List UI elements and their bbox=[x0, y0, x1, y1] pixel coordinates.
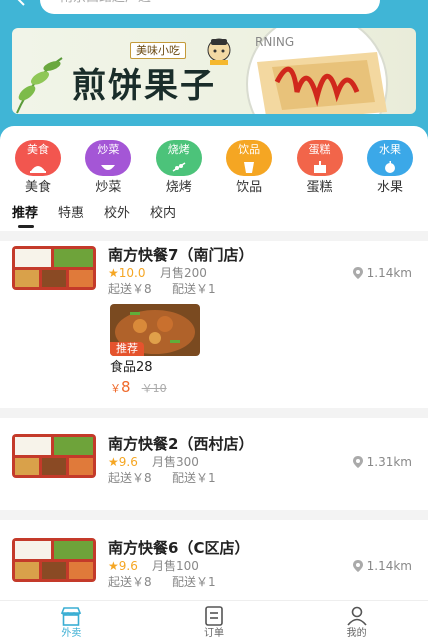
section-divider bbox=[0, 510, 428, 520]
apple-icon bbox=[384, 161, 395, 173]
category-stirfry[interactable]: 炒菜 炒菜 bbox=[78, 140, 138, 200]
shop-monthly-sales: 月售300 bbox=[152, 455, 199, 469]
shop-distance: 1.14km bbox=[352, 558, 412, 574]
search-input[interactable]: 南京西路超产遇 bbox=[40, 0, 380, 14]
category-food-bubble: 美食 bbox=[15, 140, 61, 176]
category-fruit-label: 水果 bbox=[376, 180, 403, 195]
back-arrow-icon[interactable] bbox=[14, 0, 28, 6]
leaf-decoration-icon bbox=[16, 57, 63, 114]
dish-old-price: ￥10 bbox=[141, 382, 167, 395]
shop-name: 南方快餐2（西村店） bbox=[108, 435, 254, 453]
orders-icon bbox=[205, 606, 223, 626]
shop-thumbnail-image bbox=[12, 246, 96, 290]
shop-card[interactable]: 南方快餐6（C区店） ★9.6 月售100 1.14km 起送￥8 配送￥1 bbox=[0, 536, 428, 598]
tab-active-indicator bbox=[18, 225, 34, 228]
shop-name: 南方快餐7（南门店） bbox=[108, 246, 254, 264]
shop-thumbnail-image bbox=[12, 538, 96, 582]
nav-orders[interactable]: 订单 bbox=[143, 601, 286, 641]
skewer-icon bbox=[172, 162, 186, 172]
mascot-logo-icon bbox=[207, 38, 231, 65]
shop-rating: ★9.6 bbox=[108, 455, 138, 469]
shop-delivery-fee: 配送￥1 bbox=[172, 282, 216, 296]
bottom-navigation: 外卖 订单 我的 bbox=[0, 600, 428, 641]
dish-image: 推荐 bbox=[110, 304, 200, 356]
plate-text: RNING bbox=[255, 35, 294, 49]
profile-icon bbox=[347, 606, 367, 626]
shop-min-order: 起送￥8 bbox=[108, 471, 152, 485]
shop-delivery-fee: 配送￥1 bbox=[172, 471, 216, 485]
category-fruit[interactable]: 水果 水果 bbox=[360, 140, 420, 200]
dish-prices: ￥8 ￥10 bbox=[110, 378, 202, 398]
shop-monthly-sales: 月售200 bbox=[160, 266, 207, 280]
pancake-plate-image: RNING bbox=[246, 28, 388, 114]
banner-title: 煎饼果子 bbox=[72, 66, 216, 106]
shop-thumbnail-image bbox=[12, 434, 96, 478]
nav-orders-label: 订单 bbox=[204, 628, 224, 639]
cup-icon bbox=[244, 162, 255, 173]
recommended-dish[interactable]: 推荐 食品28 ￥8 ￥10 bbox=[110, 304, 202, 398]
category-drinks-bubble: 饮品 bbox=[226, 140, 273, 176]
filter-tabs: 推荐 特惠 校外 校内 bbox=[12, 205, 196, 231]
category-bbq[interactable]: 烧烤 烧烤 bbox=[149, 140, 209, 200]
recommend-badge: 推荐 bbox=[110, 342, 144, 356]
promo-banner[interactable]: 美味小吃 煎饼果子 RNING bbox=[12, 28, 416, 114]
category-bbq-bubble: 烧烤 bbox=[155, 140, 202, 176]
cake-icon bbox=[313, 161, 326, 173]
shop-monthly-sales: 月售100 bbox=[152, 559, 199, 573]
category-food[interactable]: 美食 美食 bbox=[8, 140, 68, 200]
shop-delivery-fee: 配送￥1 bbox=[172, 575, 216, 589]
shop-min-order: 起送￥8 bbox=[108, 282, 152, 296]
category-cake[interactable]: 蛋糕 蛋糕 bbox=[290, 140, 350, 200]
section-divider bbox=[0, 408, 428, 418]
nav-takeout-label: 外卖 bbox=[61, 628, 82, 639]
wok-icon bbox=[101, 165, 116, 170]
dish-name: 食品28 bbox=[110, 360, 153, 375]
category-drinks-label: 饮品 bbox=[236, 180, 263, 195]
category-row: 美食 美食 炒菜 炒菜 烧烤 烧烤 饮品 饮品 蛋糕 蛋糕 水果 水果 bbox=[8, 140, 420, 200]
location-pin-icon bbox=[352, 267, 363, 279]
category-drinks[interactable]: 饮品 饮品 bbox=[219, 140, 279, 200]
category-stirfry-bubble: 炒菜 bbox=[85, 140, 132, 176]
category-fruit-bubble: 水果 bbox=[366, 140, 413, 176]
location-pin-icon bbox=[352, 560, 363, 572]
shop-distance: 1.31km bbox=[352, 454, 412, 470]
tab-off-campus[interactable]: 校外 bbox=[104, 205, 130, 231]
store-icon bbox=[61, 607, 82, 626]
tab-recommended[interactable]: 推荐 bbox=[12, 205, 38, 231]
nav-profile[interactable]: 我的 bbox=[285, 601, 428, 641]
shop-name: 南方快餐6（C区店） bbox=[108, 539, 250, 557]
nav-takeout[interactable]: 外卖 bbox=[0, 601, 143, 641]
tab-on-campus[interactable]: 校内 bbox=[150, 205, 176, 231]
shop-min-order: 起送￥8 bbox=[108, 575, 152, 589]
shop-card[interactable]: 南方快餐7（南门店） ★10.0 月售200 1.14km 起送￥8 配送￥1 bbox=[0, 241, 428, 401]
tab-deals[interactable]: 特惠 bbox=[58, 205, 84, 231]
section-divider bbox=[0, 231, 428, 241]
shop-rating: ★9.6 bbox=[108, 559, 138, 573]
category-food-label: 美食 bbox=[24, 180, 51, 195]
shop-distance: 1.14km bbox=[352, 265, 412, 281]
category-stirfry-label: 炒菜 bbox=[95, 180, 122, 195]
nav-profile-label: 我的 bbox=[346, 628, 367, 639]
shop-rating: ★10.0 bbox=[108, 266, 146, 280]
category-bbq-label: 烧烤 bbox=[165, 180, 192, 195]
location-pin-icon bbox=[352, 456, 363, 468]
dish-price: ￥8 bbox=[110, 378, 131, 396]
category-cake-bubble: 蛋糕 bbox=[296, 140, 343, 176]
banner-tag: 美味小吃 bbox=[130, 42, 186, 59]
food-dome-icon bbox=[30, 166, 46, 173]
category-cake-label: 蛋糕 bbox=[306, 180, 333, 195]
shop-card[interactable]: 南方快餐2（西村店） ★9.6 月售300 1.31km 起送￥8 配送￥1 bbox=[0, 432, 428, 502]
